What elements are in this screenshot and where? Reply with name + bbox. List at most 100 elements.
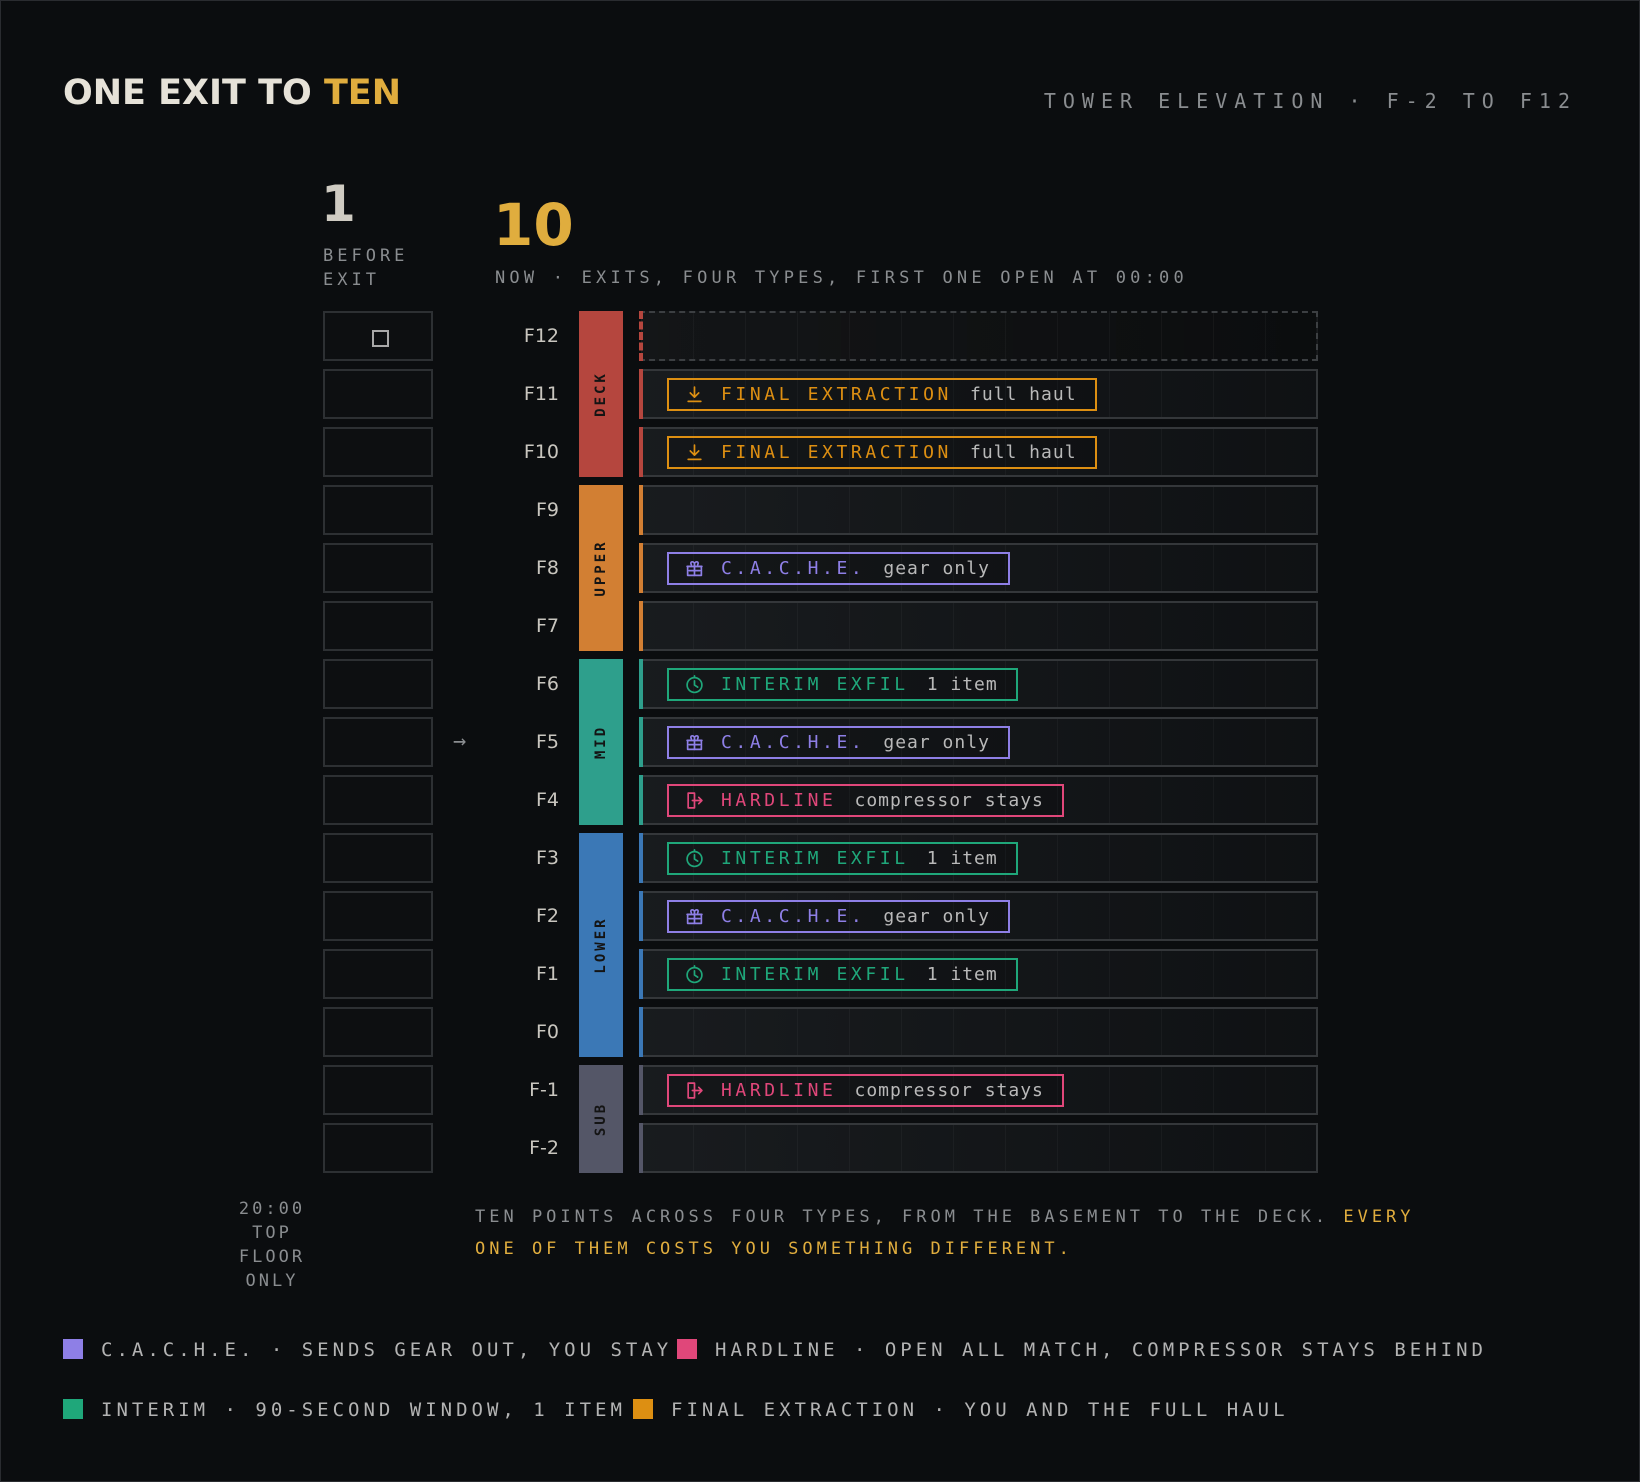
exit-type-note: 1 item bbox=[926, 964, 998, 985]
zone-label: UPPER bbox=[593, 539, 609, 597]
floor-label: F11 bbox=[523, 383, 559, 405]
exit-tag-interim[interactable]: INTERIM EXFIL 1 item bbox=[667, 842, 1018, 875]
legend-swatch bbox=[63, 1339, 83, 1359]
floor-label: F4 bbox=[535, 789, 559, 811]
before-exit-slot bbox=[323, 311, 433, 361]
exit-tag-hardline[interactable]: HARDLINE compressor stays bbox=[667, 1074, 1064, 1107]
zone-accent-bar bbox=[639, 601, 643, 651]
floor-label: F9 bbox=[535, 499, 559, 521]
floor-track-f4: HARDLINE compressor stays bbox=[639, 775, 1318, 825]
zone-accent-bar bbox=[639, 1007, 643, 1057]
exit-type-note: 1 item bbox=[926, 674, 998, 695]
before-exit-slot bbox=[323, 427, 433, 477]
exit-tag-final[interactable]: FINAL EXTRACTION full haul bbox=[667, 378, 1097, 411]
exit-tag-final[interactable]: FINAL EXTRACTION full haul bbox=[667, 436, 1097, 469]
exit-tag-interim[interactable]: INTERIM EXFIL 1 item bbox=[667, 668, 1018, 701]
floor-track-f7 bbox=[639, 601, 1318, 651]
exit-type-name: INTERIM EXFIL bbox=[721, 674, 909, 695]
floor-track-f2: C.A.C.H.E. gear only bbox=[639, 891, 1318, 941]
floor-track-f-2 bbox=[639, 1123, 1318, 1173]
legend-text: INTERIM · 90-SECOND WINDOW, 1 ITEM bbox=[101, 1399, 626, 1421]
zone-band-mid: MID bbox=[579, 659, 623, 825]
floor-label: F-1 bbox=[529, 1079, 559, 1101]
exit-type-name: INTERIM EXFIL bbox=[721, 848, 909, 869]
exit-type-name: HARDLINE bbox=[721, 790, 837, 811]
before-exit-slot bbox=[323, 1123, 433, 1173]
zone-label: LOWER bbox=[593, 916, 609, 974]
summary-plain: TEN POINTS ACROSS FOUR TYPES, FROM THE B… bbox=[475, 1207, 1330, 1227]
floor-track-f11: FINAL EXTRACTION full haul bbox=[639, 369, 1318, 419]
title-highlight: TEN bbox=[323, 73, 402, 113]
exit-type-name: C.A.C.H.E. bbox=[721, 732, 866, 753]
zone-accent-bar bbox=[639, 659, 643, 709]
before-exit-slot bbox=[323, 601, 433, 651]
floor-label: F0 bbox=[535, 1021, 559, 1043]
exit-type-name: FINAL EXTRACTION bbox=[721, 384, 952, 405]
now-exit-count: 10 bbox=[493, 191, 574, 259]
before-exit-slot bbox=[323, 775, 433, 825]
exit-type-note: gear only bbox=[883, 906, 990, 927]
floor-label: F3 bbox=[535, 847, 559, 869]
floor-track-f5: C.A.C.H.E. gear only bbox=[639, 717, 1318, 767]
legend-text: C.A.C.H.E. · SENDS GEAR OUT, YOU STAY bbox=[101, 1339, 673, 1361]
zone-accent-bar bbox=[639, 1123, 643, 1173]
before-exit-slot bbox=[323, 833, 433, 883]
page-subtitle: TOWER ELEVATION · F-2 TO F12 bbox=[1043, 89, 1577, 113]
zone-label: SUB bbox=[593, 1101, 609, 1137]
exit-tag-cache[interactable]: C.A.C.H.E. gear only bbox=[667, 900, 1010, 933]
exit-type-note: compressor stays bbox=[854, 1080, 1044, 1101]
page-title: ONE EXIT TO TEN bbox=[63, 73, 401, 113]
before-exit-slot bbox=[323, 1065, 433, 1115]
before-exit-slot bbox=[323, 659, 433, 709]
exit-tag-cache[interactable]: C.A.C.H.E. gear only bbox=[667, 552, 1010, 585]
exit-tag-hardline[interactable]: HARDLINE compressor stays bbox=[667, 784, 1064, 817]
zone-accent-bar bbox=[639, 717, 643, 767]
legend-swatch bbox=[633, 1399, 653, 1419]
before-exit-slot bbox=[323, 891, 433, 941]
before-exit-slot bbox=[323, 543, 433, 593]
zone-label: MID bbox=[593, 724, 609, 760]
legend-text: HARDLINE · OPEN ALL MATCH, COMPRESSOR ST… bbox=[715, 1339, 1487, 1361]
zone-accent-bar bbox=[639, 891, 643, 941]
floor-label: F6 bbox=[535, 673, 559, 695]
before-exit-slot bbox=[323, 1007, 433, 1057]
legend-swatch bbox=[677, 1339, 697, 1359]
legend-swatch bbox=[63, 1399, 83, 1419]
exit-type-note: full haul bbox=[970, 384, 1077, 405]
zone-accent-bar bbox=[639, 369, 643, 419]
before-exit-slot bbox=[323, 949, 433, 999]
floor-track-f8: C.A.C.H.E. gear only bbox=[639, 543, 1318, 593]
floor-label: F12 bbox=[523, 325, 559, 347]
floor-label: F5 bbox=[535, 731, 559, 753]
floor-track-f10: FINAL EXTRACTION full haul bbox=[639, 427, 1318, 477]
exit-type-note: gear only bbox=[883, 558, 990, 579]
floor-label: F10 bbox=[523, 441, 559, 463]
floor-label: F-2 bbox=[529, 1137, 559, 1159]
now-exit-caption: NOW · EXITS, FOUR TYPES, FIRST ONE OPEN … bbox=[495, 268, 1188, 288]
before-exit-marker bbox=[372, 330, 389, 347]
floor-track-f1: INTERIM EXFIL 1 item bbox=[639, 949, 1318, 999]
floor-label: F8 bbox=[535, 557, 559, 579]
exit-type-note: 1 item bbox=[926, 848, 998, 869]
exit-type-name: FINAL EXTRACTION bbox=[721, 442, 952, 463]
exit-type-name: C.A.C.H.E. bbox=[721, 558, 866, 579]
current-floor-arrow-icon: → bbox=[453, 729, 467, 754]
floor-label: F2 bbox=[535, 905, 559, 927]
exit-type-name: C.A.C.H.E. bbox=[721, 906, 866, 927]
exit-type-note: compressor stays bbox=[854, 790, 1044, 811]
exit-tag-cache[interactable]: C.A.C.H.E. gear only bbox=[667, 726, 1010, 759]
exit-type-note: full haul bbox=[970, 442, 1077, 463]
zone-accent-bar bbox=[639, 485, 643, 535]
top-floor-note: 20:00 TOP FLOOR ONLY bbox=[238, 1199, 306, 1291]
zone-band-deck: DECK bbox=[579, 311, 623, 477]
zone-accent-bar bbox=[639, 543, 643, 593]
zone-band-upper: UPPER bbox=[579, 485, 623, 651]
zone-band-sub: SUB bbox=[579, 1065, 623, 1173]
floor-track-f6: INTERIM EXFIL 1 item bbox=[639, 659, 1318, 709]
floor-track-f12 bbox=[639, 311, 1318, 361]
zone-accent-bar bbox=[639, 775, 643, 825]
floor-track-f0 bbox=[639, 1007, 1318, 1057]
before-exit-slot bbox=[323, 369, 433, 419]
exit-tag-interim[interactable]: INTERIM EXFIL 1 item bbox=[667, 958, 1018, 991]
exit-type-note: gear only bbox=[883, 732, 990, 753]
